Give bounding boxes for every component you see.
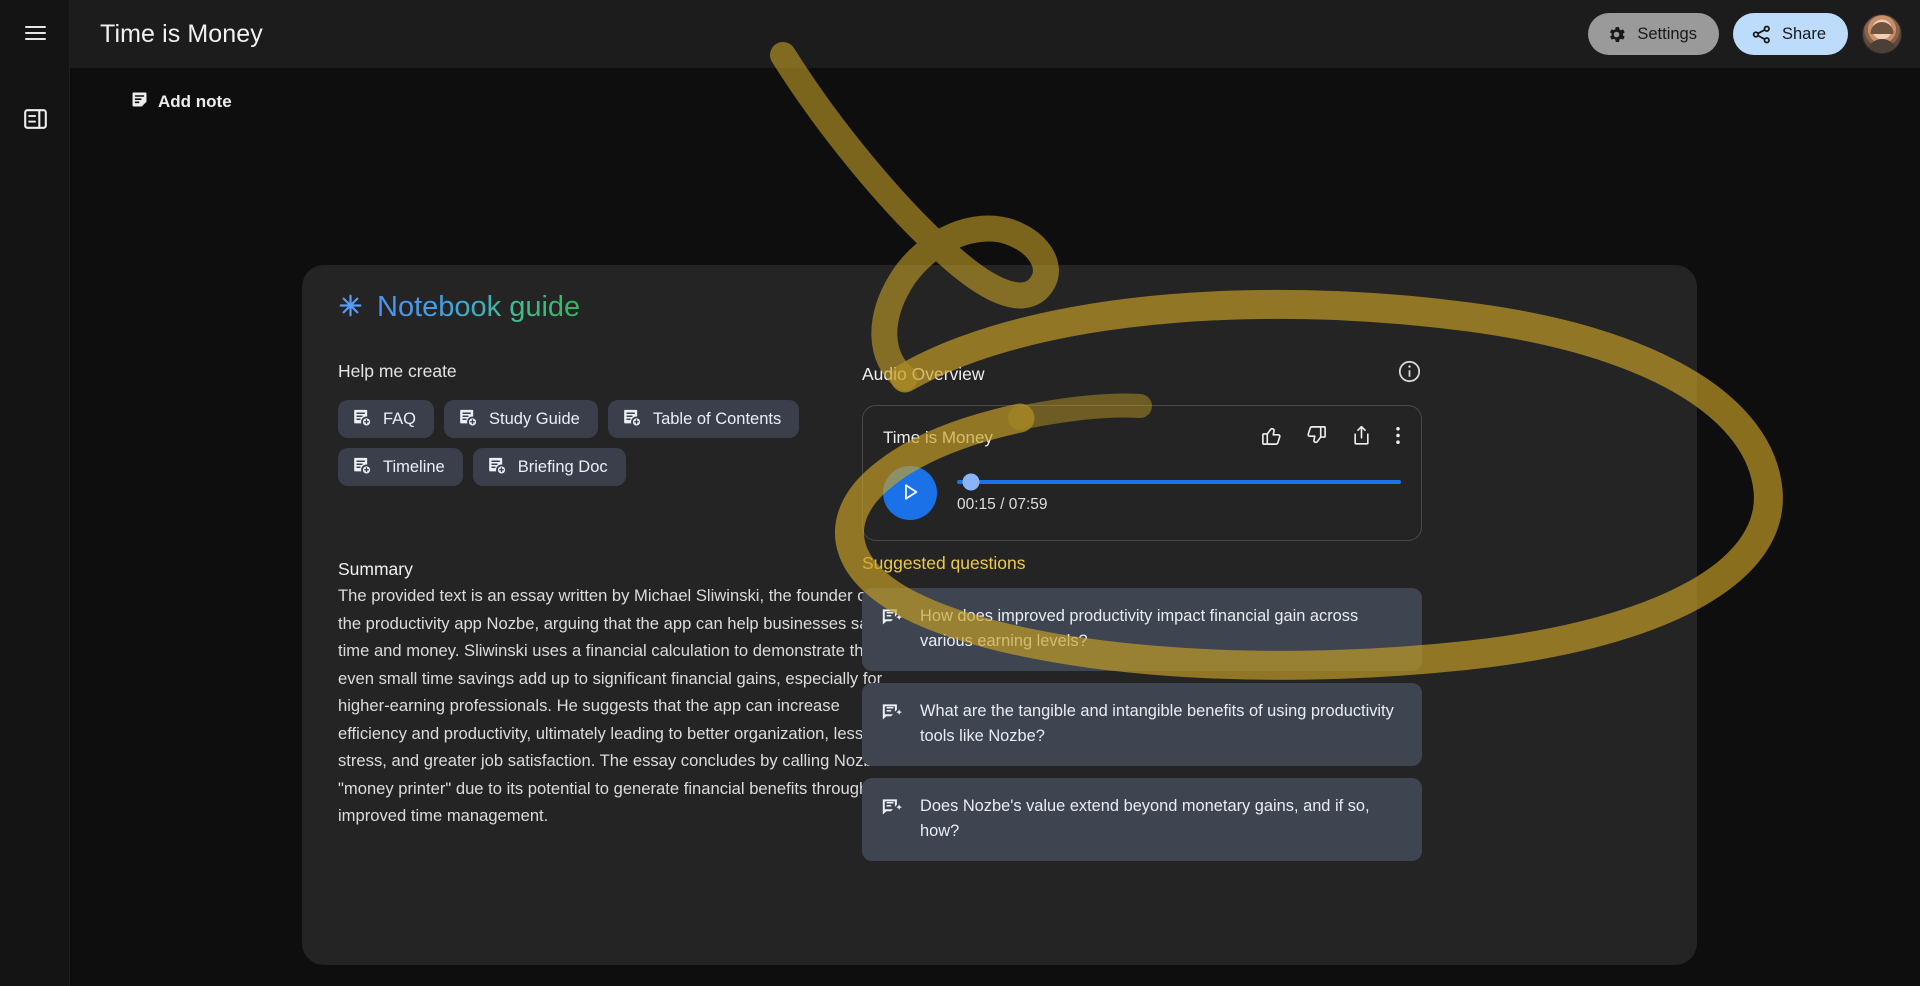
notebook-title: Time is Money: [100, 19, 263, 48]
audio-player-controls: 00:15 / 07:59: [883, 466, 1401, 520]
chip-label: FAQ: [383, 409, 417, 428]
gear-icon: [1606, 24, 1627, 45]
chip-label: Study Guide: [489, 409, 580, 428]
page-title: Notebook guide: [377, 291, 581, 323]
play-button[interactable]: [883, 466, 937, 520]
audio-player-title: Time is Money: [883, 428, 993, 447]
topbar-actions: Settings Share: [1588, 13, 1902, 55]
note-add-icon: [622, 407, 642, 432]
suggested-question-text: Does Nozbe's value extend beyond monetar…: [920, 796, 1370, 841]
thumbs-down-icon: [1305, 424, 1328, 452]
audio-progress-area: 00:15 / 07:59: [957, 466, 1401, 514]
audio-overview-section: Audio Overview Time is Money 00:15 / 07:…: [862, 359, 1472, 541]
settings-button-label: Settings: [1637, 24, 1697, 43]
audio-time-display: 00:15 / 07:59: [957, 496, 1048, 513]
audio-player-actions: [1260, 424, 1401, 452]
chat-sparkle-icon: [880, 794, 904, 825]
sparkle-asterisk-icon: [338, 293, 363, 323]
thumbs-down-button[interactable]: [1305, 424, 1328, 452]
more-vertical-icon: [1395, 424, 1401, 452]
help-me-create-label: Help me create: [338, 361, 457, 381]
play-icon: [899, 481, 921, 506]
chat-sparkle-icon: [880, 699, 904, 730]
note-add-icon: [458, 407, 478, 432]
suggested-questions-section: Suggested questions How does improved pr…: [862, 553, 1422, 873]
suggested-question-card[interactable]: How does improved productivity impact fi…: [862, 588, 1422, 671]
suggested-questions-label: Suggested questions: [862, 553, 1026, 573]
thumbs-up-icon: [1260, 424, 1283, 452]
hamburger-icon: [24, 22, 46, 44]
suggested-question-text: What are the tangible and intangible ben…: [920, 701, 1394, 746]
notebooklm-window: Time is Money Settings Share Add note No…: [0, 0, 1920, 986]
audio-player-header: Time is Money: [883, 424, 1401, 452]
avatar[interactable]: [1862, 14, 1902, 54]
chip-table-of-contents[interactable]: Table of Contents: [607, 400, 800, 438]
summary-text: The provided text is an essay written by…: [338, 586, 896, 826]
add-note-label: Add note: [158, 92, 232, 111]
chip-label: Timeline: [383, 457, 445, 476]
chip-label: Briefing Doc: [517, 457, 608, 476]
note-add-icon: [352, 455, 372, 480]
audio-player: Time is Money 00:15 / 07:59: [862, 405, 1422, 541]
chip-label: Table of Contents: [652, 409, 782, 428]
notebook-guide-panel: Notebook guide Help me create FAQ Study …: [302, 265, 1697, 965]
audio-overview-header: Audio Overview: [862, 359, 1422, 389]
left-rail: [0, 0, 70, 986]
chip-timeline[interactable]: Timeline: [338, 448, 463, 486]
thumbs-up-button[interactable]: [1260, 424, 1283, 452]
help-me-create-section: Help me create FAQ Study Guide Table of …: [338, 361, 948, 486]
audio-overview-label: Audio Overview: [862, 363, 985, 384]
side-panel-icon: [23, 108, 47, 134]
summary-title: Summary: [338, 559, 413, 579]
suggested-question-card[interactable]: What are the tangible and intangible ben…: [862, 682, 1422, 766]
info-circle-icon: [1397, 359, 1422, 389]
share-button-label: Share: [1781, 24, 1826, 43]
suggested-question-card[interactable]: Does Nozbe's value extend beyond monetar…: [862, 777, 1422, 861]
share-upload-icon: [1350, 424, 1373, 452]
help-me-create-chips: FAQ Study Guide Table of Contents Timeli…: [338, 400, 808, 486]
chat-sparkle-icon: [880, 604, 904, 635]
note-add-icon: [352, 407, 372, 432]
share-icon: [1751, 24, 1772, 45]
audio-more-button[interactable]: [1395, 424, 1401, 452]
settings-button[interactable]: Settings: [1588, 13, 1719, 55]
note-icon: [130, 90, 149, 114]
top-bar: Time is Money Settings Share: [70, 0, 1920, 68]
audio-progress-thumb[interactable]: [962, 473, 980, 491]
suggested-question-text: How does improved productivity impact fi…: [920, 607, 1359, 651]
side-panel-toggle-button[interactable]: [14, 100, 56, 142]
notebook-guide-header: Notebook guide: [338, 291, 580, 324]
audio-progress-slider[interactable]: [957, 473, 1401, 491]
summary-section: Summary The provided text is an essay wr…: [338, 559, 898, 830]
note-add-icon: [487, 455, 507, 480]
chip-briefing-doc[interactable]: Briefing Doc: [472, 448, 626, 486]
chip-faq[interactable]: FAQ: [338, 400, 435, 438]
main-menu-button[interactable]: [14, 12, 56, 54]
audio-share-button[interactable]: [1350, 424, 1373, 452]
audio-overview-info-button[interactable]: [1396, 359, 1422, 389]
share-button[interactable]: Share: [1732, 13, 1848, 55]
add-note-button[interactable]: Add note: [130, 90, 232, 114]
chip-study-guide[interactable]: Study Guide: [444, 400, 598, 438]
